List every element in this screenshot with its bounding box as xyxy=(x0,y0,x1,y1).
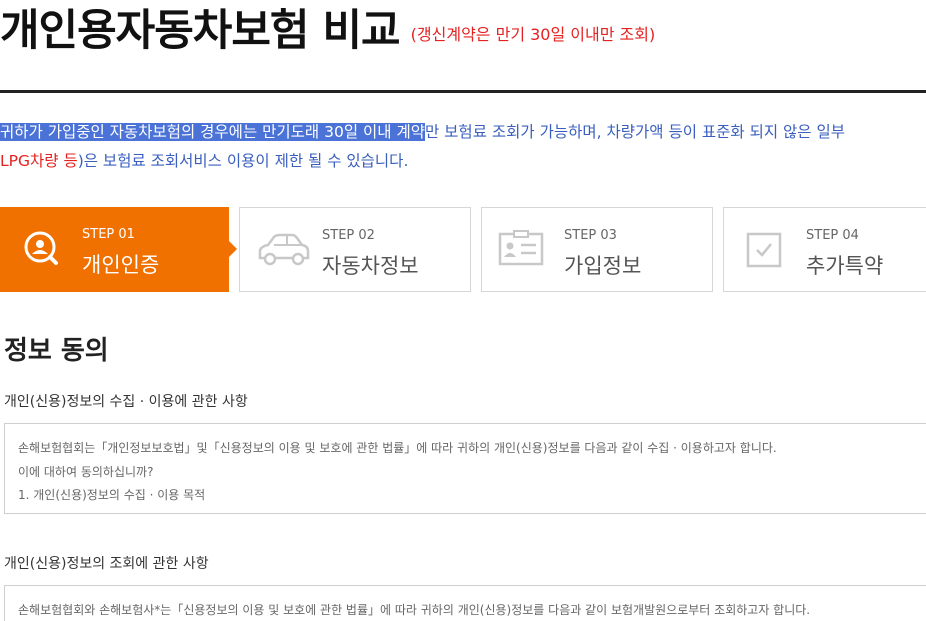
car-icon xyxy=(254,228,310,272)
step-label: 추가특약 xyxy=(806,254,884,278)
notice-highlight: 귀하가 가입중인 자동차보험의 경우에는 만기도래 30일 이내 계약 xyxy=(0,123,425,141)
step-1-personal-auth[interactable]: STEP 01 개인인증 xyxy=(0,207,237,292)
inquiry-terms-box[interactable]: 손해보험협회와 손해보험사*는「신용정보의 이용 및 보호에 관한 법률」에 따… xyxy=(4,585,926,621)
notice-rest: 만 보험료 조회가 가능하며, 차량가액 등이 표준화 되지 않은 일부 xyxy=(424,123,846,141)
consent-section-title: 정보 동의 xyxy=(4,336,109,366)
step-label: 자동차정보 xyxy=(322,254,419,278)
terms-line: 손해보험협회와 손해보험사*는「신용정보의 이용 및 보호에 관한 법률」에 따… xyxy=(18,603,811,617)
step-4-additional-options[interactable]: STEP 04 추가특약 xyxy=(723,207,926,292)
terms-line: 1. 개인(신용)정보의 수집 · 이용 목적 xyxy=(18,488,206,502)
notice-line2-rest: )은 보험료 조회서비스 이용이 제한 될 수 있습니다. xyxy=(77,152,409,170)
step-3-subscription-info[interactable]: STEP 03 가입정보 xyxy=(481,207,713,292)
terms-line: 손해보험협회는「개인정보보호법」및「신용정보의 이용 및 보호에 관한 법률」에… xyxy=(18,441,777,455)
collection-usage-heading: 개인(신용)정보의 수집 · 이용에 관한 사항 xyxy=(4,394,248,410)
checkbox-icon xyxy=(738,228,786,272)
id-card-icon xyxy=(496,228,544,272)
step-number: STEP 01 xyxy=(82,227,135,242)
step-label: 가입정보 xyxy=(564,254,642,278)
title-divider xyxy=(0,90,926,93)
step-label: 개인인증 xyxy=(82,253,160,277)
step-number: STEP 04 xyxy=(806,228,859,243)
inquiry-heading: 개인(신용)정보의 조회에 관한 사항 xyxy=(4,556,209,572)
step-number: STEP 03 xyxy=(564,228,617,243)
collection-usage-terms-box[interactable]: 손해보험협회는「개인정보보호법」및「신용정보의 이용 및 보호에 관한 법률」에… xyxy=(4,423,926,514)
terms-line: 이에 대하여 동의하십니까? xyxy=(18,464,154,479)
step-2-car-info[interactable]: STEP 02 자동차정보 xyxy=(239,207,471,292)
notice-text: 귀하가 가입중인 자동차보험의 경우에는 만기도래 30일 이내 계약만 보험료… xyxy=(0,118,926,176)
title-row: 개인용자동차보험 비교 (갱신계약은 만기 30일 이내만 조회) xyxy=(0,0,655,62)
search-person-icon xyxy=(14,227,62,271)
step-number: STEP 02 xyxy=(322,228,375,243)
page-title: 개인용자동차보험 비교 xyxy=(0,6,401,56)
title-note: (갱신계약은 만기 30일 이내만 조회) xyxy=(410,25,656,44)
page: 개인용자동차보험 비교 (갱신계약은 만기 30일 이내만 조회) 귀하가 가입… xyxy=(0,0,926,621)
notice-red-text: LPG차량 등 xyxy=(0,152,78,170)
